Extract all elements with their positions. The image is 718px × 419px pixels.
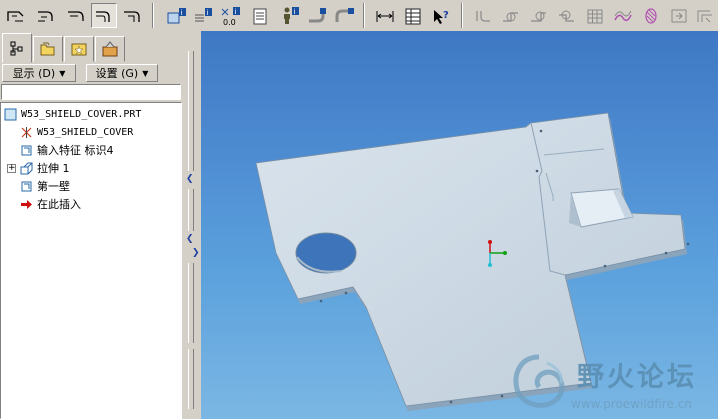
tree-item-label: 第一壁 [37,180,70,193]
panel-splitter[interactable]: ❮ ❮ ❯ [183,31,201,419]
coordinate-system-icon [20,126,33,139]
tree-item-label: 拉伸 1 [37,162,70,175]
insert-here-icon [20,198,33,211]
tab-favorites[interactable] [64,36,94,62]
grid-icon[interactable] [582,3,608,28]
settings-menu-button[interactable]: 设置 (G) ▼ [86,64,158,82]
model-info-icon[interactable]: i [163,3,189,28]
model-tree-icon [10,41,23,56]
svg-text:0.0: 0.0 [223,18,236,26]
navigator-tabs [0,33,186,63]
splitter-grip [188,51,194,171]
graphics-viewport[interactable]: 野火论坛 www.proewildfire.cn [201,31,718,419]
watermark-title: 野火论坛 [577,362,697,393]
tree-item-insert-here[interactable]: 在此插入 [20,196,81,212]
bend-back-icon[interactable] [666,3,692,28]
wall-icon[interactable] [470,3,496,28]
chevron-down-icon: ▼ [59,68,66,78]
collapse-left-icon[interactable]: ❮ [186,235,194,244]
tab-model-tree[interactable] [2,33,32,63]
svg-text:?: ? [443,10,449,21]
splitter-grip [188,189,194,231]
measure-value-icon[interactable]: i 0.0 [218,3,244,28]
part-icon [4,108,17,121]
display-menu-button[interactable]: 显示 (D) ▼ [2,64,76,82]
unbend-icon[interactable] [554,3,580,28]
flange-icon[interactable] [498,3,524,28]
datum-sketch-2-icon[interactable] [33,3,59,28]
expand-right-icon[interactable]: ❯ [192,249,200,258]
favorites-icon [71,43,87,56]
svg-text:i: i [294,8,296,16]
chevron-down-icon: ▼ [142,68,149,78]
tree-item-first-wall[interactable]: 第一壁 [20,178,70,194]
datum-sketch-1-icon[interactable] [3,3,29,28]
tree-item-label: 输入特征 标识4 [37,144,114,157]
svg-text:i: i [181,9,183,17]
punch-icon[interactable] [638,3,664,28]
datum-sketch-5-icon[interactable] [119,3,145,28]
forum-watermark: 野火论坛 www.proewildfire.cn [509,351,718,419]
import-feature-icon [20,144,33,157]
connections-icon [102,41,118,57]
whats-this-help-icon[interactable]: ? [428,3,454,28]
datum-sketch-3-icon[interactable] [63,3,89,28]
expand-toggle[interactable]: + [7,164,16,173]
tree-item-label: 在此插入 [37,198,81,211]
datum-sketch-4-icon[interactable] [91,3,117,28]
extrude-wall-icon[interactable] [526,3,552,28]
display-menu-label: 显示 (D) [12,67,56,80]
watermark-url: www.proewildfire.cn [571,397,692,411]
mass-properties-icon[interactable]: i [276,3,302,28]
splitter-grip [188,263,194,343]
tab-connections[interactable] [95,36,125,62]
table-icon[interactable] [400,3,426,28]
feature-info-icon[interactable]: i [190,3,216,28]
tree-filter-field[interactable] [1,84,181,100]
model-tree: W53_SHIELD_COVER.PRT W53_SHIELD_COVER 输入… [0,102,182,419]
settings-menu-label: 设置 (G) [95,67,139,80]
pipe-icon[interactable] [304,3,330,28]
dimension-icon[interactable] [372,3,398,28]
extrude-feature-icon [20,162,33,175]
svg-text:i: i [207,9,209,17]
bend-icon[interactable] [332,3,358,28]
watermark-logo-icon [513,354,565,408]
model-tree-panel: 显示 (D) ▼ 设置 (G) ▼ W53_SHIELD_COVER.PRT W53… [0,31,186,419]
tree-item-label: W53_SHIELD_COVER [37,126,134,138]
tree-root-label: W53_SHIELD_COVER.PRT [21,108,142,120]
tree-item-import-feature[interactable]: 输入特征 标识4 [20,142,114,158]
svg-text:i: i [235,8,237,16]
form-icon[interactable] [610,3,636,28]
main-toolbar: i i i 0.0 i ? [0,0,718,32]
tree-menubar: 显示 (D) ▼ 设置 (G) ▼ [0,63,186,83]
report-icon[interactable] [247,3,273,28]
splitter-grip [188,349,194,409]
first-wall-icon [20,180,33,193]
tree-item-extrude[interactable]: 拉伸 1 [20,160,70,176]
tab-folder-browser[interactable] [33,36,63,62]
tree-root[interactable]: W53_SHIELD_COVER.PRT [4,106,141,122]
rip-icon[interactable] [692,3,718,28]
folder-icon [40,42,55,56]
collapse-left-icon[interactable]: ❮ [186,175,194,184]
tree-item-csys[interactable]: W53_SHIELD_COVER [20,124,133,140]
